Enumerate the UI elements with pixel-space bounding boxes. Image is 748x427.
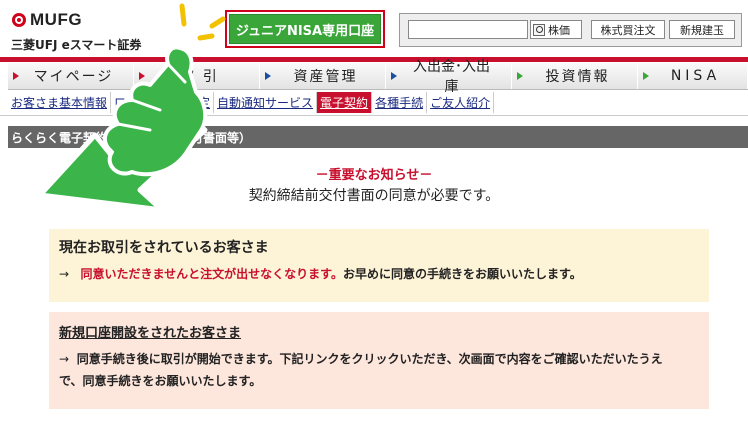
warning-text: 同意いただきませんと注文が出せなくなります。: [80, 267, 343, 281]
arrow-text: →: [59, 267, 70, 281]
subnav-rule: [0, 115, 748, 116]
brand-name: MUFG: [30, 10, 83, 29]
request-text: お早めに同意の手続きをお願いいたします。: [342, 267, 582, 281]
header-rule: [0, 57, 748, 62]
junior-nisa-button[interactable]: ジュニアNISA専用口座: [229, 14, 381, 44]
notice-body: 契約締結前交付書面の同意が必要です。: [248, 188, 500, 204]
new-account-box: 新規口座開設をされたお客さま → 同意手続き後に取引が開始できます。下記リンクを…: [49, 312, 709, 409]
stock-search-input[interactable]: [408, 20, 528, 39]
search-icon: [533, 23, 545, 36]
new-account-line1: → 同意手続き後に取引が開始できます。下記リンクをクリックいただき、次画面で内容…: [59, 350, 663, 367]
highlight-rays-icon: [179, 3, 226, 41]
nav-arrow-icon: [13, 72, 19, 80]
new-position-button[interactable]: 新規建玉: [669, 20, 735, 39]
new-account-text1: 同意手続き後に取引が開始できます。下記リンクをクリックいただき、次画面で内容をご…: [76, 352, 663, 366]
page-title: らくらく電子契約（契約締結前交付書面等）: [8, 126, 748, 148]
nav-trade[interactable]: 取 引: [134, 63, 260, 89]
nav-arrow-icon: [265, 72, 271, 80]
subnav-customer-info[interactable]: お客さま基本情報: [8, 92, 112, 113]
sub-nav: お客さま基本情報 ログイン機能設定 自動通知サービス 電子契約 各種手続 ご友人…: [8, 92, 495, 114]
stock-price-button[interactable]: 株価: [530, 20, 582, 39]
subnav-e-contract[interactable]: 電子契約: [317, 92, 373, 113]
nav-investment-info[interactable]: 投資情報: [512, 63, 638, 89]
main-nav: マイページ 取 引 資産管理 入出金･入出庫 投資情報 NISA: [8, 59, 748, 95]
nav-arrow-icon: [643, 72, 649, 80]
brand-subtitle: 三菱UFJ eスマート証券: [11, 38, 142, 52]
nav-assets[interactable]: 資産管理: [260, 63, 386, 89]
new-account-heading: 新規口座開設をされたお客さま: [59, 326, 242, 341]
subnav-friend-referral[interactable]: ご友人紹介: [427, 92, 495, 113]
arrow-text: →: [59, 352, 70, 366]
mufg-logo-icon: [12, 13, 26, 27]
stock-price-label: 株価: [548, 23, 570, 37]
nav-deposit-withdraw[interactable]: 入出金･入出庫: [386, 59, 512, 95]
stock-buy-order-button[interactable]: 株式買注文: [591, 20, 665, 39]
existing-customer-heading: 現在お取引をされているお客さま: [59, 240, 269, 256]
nav-arrow-icon: [391, 72, 397, 80]
subnav-procedures[interactable]: 各種手続: [372, 92, 428, 113]
notice-title: －重要なお知らせ－: [315, 168, 433, 183]
existing-customer-box: 現在お取引をされているお客さま → 同意いただきませんと注文が出せなくなります。…: [49, 229, 709, 302]
subnav-login-settings[interactable]: ログイン機能設定: [111, 92, 215, 113]
subnav-auto-notify[interactable]: 自動通知サービス: [214, 92, 318, 113]
nav-arrow-icon: [517, 72, 523, 80]
existing-customer-message: → 同意いただきませんと注文が出せなくなります。お早めに同意の手続きをお願いいた…: [59, 265, 582, 282]
nav-arrow-icon: [139, 72, 145, 80]
new-account-line2: で、同意手続きをお願いいたします。: [59, 374, 262, 388]
nav-mypage[interactable]: マイページ: [8, 63, 134, 89]
nav-nisa[interactable]: NISA: [638, 63, 748, 89]
